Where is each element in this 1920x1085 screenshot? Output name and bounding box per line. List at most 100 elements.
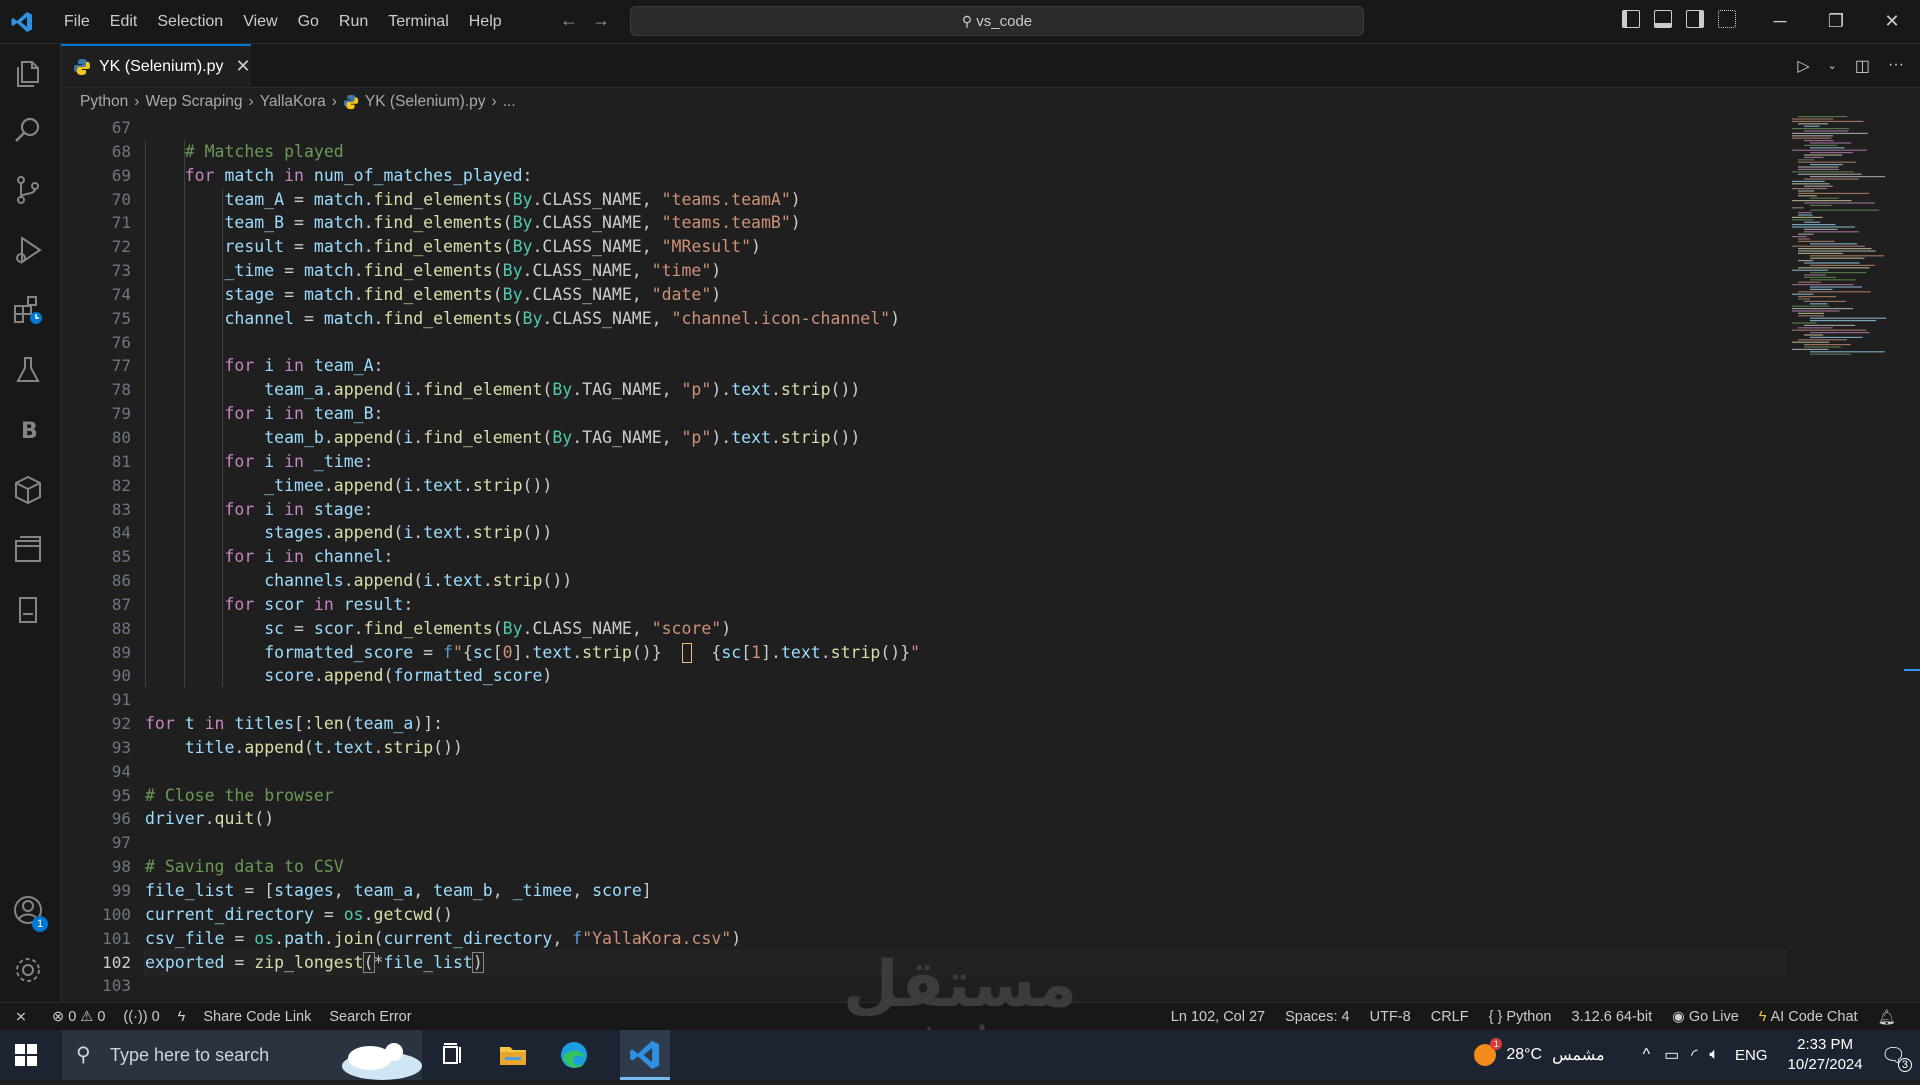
extensions-icon[interactable] [12,294,48,330]
back-arrow-icon[interactable]: ← [560,10,578,31]
minimap-line [1792,120,1864,122]
bookmark-b-icon[interactable]: B [12,414,48,450]
encoding[interactable]: UTF-8 [1370,1009,1411,1025]
problems-status[interactable]: ⊗ 0 ⚠ 0 [52,1009,105,1025]
editor-tabs: YK (Selenium).py ✕ ▷ ⌄ ◫ ··· [61,44,1920,88]
task-view-icon[interactable] [436,1038,470,1072]
code-line: team_b.append(i.find_element(By.TAG_NAME… [264,427,861,447]
ports-status[interactable]: ((·)) 0 [123,1009,159,1025]
battery-icon[interactable]: ▭ [1664,1045,1679,1065]
remote-window-icon[interactable]: ⨯ [0,1003,42,1031]
explorer-icon[interactable] [12,58,48,94]
notifications-bell-icon[interactable]: 🔔︎ [1878,1009,1896,1026]
show-hidden-icons-chevron-icon[interactable]: ^ [1643,1046,1651,1064]
tab-yk-selenium[interactable]: YK (Selenium).py ✕ [61,44,251,87]
menu-file[interactable]: File [54,0,100,43]
forward-arrow-icon[interactable]: → [592,10,610,31]
minimap-line [1810,288,1833,290]
end-of-line[interactable]: CRLF [1431,1009,1469,1025]
minimap-line [1804,276,1837,278]
toggle-secondary-sidebar-icon[interactable] [1686,10,1704,28]
code-line: for i in channel: [224,547,394,567]
menu-view[interactable]: View [233,0,287,43]
wifi-icon[interactable]: ◜ [1691,1045,1697,1065]
breadcrumb-item[interactable]: ... [503,93,516,111]
package-cube-icon[interactable] [12,474,48,510]
share-code-link[interactable]: Share Code Link [203,1009,311,1025]
line-number: 71 [111,213,131,233]
settings-gear-icon[interactable] [12,954,48,990]
breadcrumb-item[interactable]: YK (Selenium).py [365,93,486,111]
testing-flask-icon[interactable] [12,354,48,390]
toggle-primary-sidebar-icon[interactable] [1622,10,1640,28]
menu-go[interactable]: Go [288,0,329,43]
minimap-line [1798,214,1813,216]
code-line: formatted_score = f"{sc[0].text.strip()}… [264,642,921,664]
customize-layout-icon[interactable] [1718,10,1736,28]
minimap-line [1810,209,1880,211]
run-dropdown-chevron-icon[interactable]: ⌄ [1828,56,1837,76]
run-python-file-icon[interactable]: ▷ [1797,56,1809,76]
menu-terminal[interactable]: Terminal [378,0,458,43]
minimize-icon[interactable]: ─ [1752,0,1808,43]
braces-icon: { } [1488,1009,1503,1025]
breadcrumb-item[interactable]: Wep Scraping [145,93,242,111]
more-actions-icon[interactable]: ··· [1888,56,1904,76]
cursor-position[interactable]: Ln 102, Col 27 [1171,1009,1265,1025]
vscode-logo-icon[interactable] [10,10,34,34]
taskbar-search-box[interactable]: ⚲ Type here to search [62,1030,422,1080]
line-number: 90 [111,666,131,686]
weather-widget[interactable]: 1 28°C مشمس [1474,1038,1605,1066]
minimap[interactable] [1790,116,1910,366]
close-tab-icon[interactable]: ✕ [236,56,251,77]
volume-icon[interactable]: 🔈︎ [1709,1046,1719,1064]
search-error-link[interactable]: Search Error [329,1009,411,1025]
search-placeholder: Type here to search [110,1044,270,1065]
warning-count: 0 [97,1009,106,1025]
line-number: 85 [111,547,131,567]
minimap-line [1804,144,1838,146]
file-explorer-icon[interactable] [496,1038,530,1072]
split-editor-icon[interactable]: ◫ [1855,56,1870,76]
menu-selection[interactable]: Selection [147,0,233,43]
remote-explorer-icon[interactable] [12,534,48,570]
notification-center-icon[interactable]: 🗨︎ 3 [1881,1043,1912,1072]
go-live-button[interactable]: ◉ Go Live [1672,1009,1739,1025]
close-window-icon[interactable]: ✕ [1864,0,1920,43]
windows-start-icon[interactable] [14,1043,38,1067]
language-mode[interactable]: { } Python [1489,1009,1552,1025]
menu-run[interactable]: Run [329,0,378,43]
python-interpreter[interactable]: 3.12.6 64-bit [1572,1009,1653,1025]
indentation[interactable]: Spaces: 4 [1285,1009,1350,1025]
minimap-line [1810,264,1875,266]
line-number: 99 [111,881,131,900]
restore-icon[interactable]: ❐ [1808,0,1864,43]
notebook-icon[interactable] [12,594,48,630]
clock[interactable]: 2:33 PM 10/27/2024 [1788,1035,1863,1075]
vscode-taskbar-icon[interactable] [620,1030,670,1080]
menu-help[interactable]: Help [459,0,512,43]
go-live-label: Go Live [1688,1009,1739,1025]
toggle-panel-icon[interactable] [1654,10,1672,28]
menu-edit[interactable]: Edit [100,0,148,43]
accounts-icon[interactable]: 1 [12,894,48,932]
lightning-icon[interactable]: ϟ [178,1009,186,1025]
window-controls: ─ ❐ ✕ [1752,0,1920,43]
ai-code-chat-button[interactable]: ϟ AI Code Chat [1759,1009,1858,1025]
command-center-search[interactable]: ⚲ vs_code [630,6,1364,36]
line-number: 75 [111,308,131,328]
scrollbar-position-marker[interactable] [1904,669,1920,671]
run-debug-icon[interactable] [12,234,48,270]
code-editor[interactable]: # Matches played for match in num_of_mat… [144,116,1786,1010]
breadcrumb-item[interactable]: YallaKora [260,93,326,111]
minimap-line [1792,308,1853,310]
source-control-icon[interactable] [12,174,48,210]
code-line: result = match.find_elements(By.CLASS_NA… [224,237,761,257]
breadcrumb-item[interactable]: Python [80,93,128,111]
input-language[interactable]: ENG [1735,1047,1768,1064]
search-view-icon[interactable] [12,114,48,150]
edge-browser-icon[interactable] [557,1038,591,1072]
line-number: 82 [111,475,131,495]
line-number: 96 [111,809,131,829]
